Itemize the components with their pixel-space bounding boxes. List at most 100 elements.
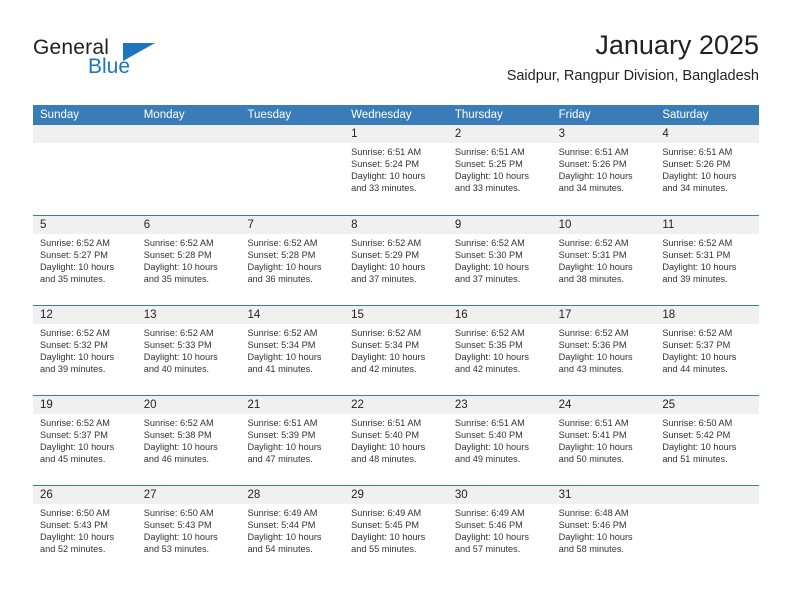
calendar-day-cell[interactable]: 20 Sunrise: 6:52 AM Sunset: 5:38 PM Dayligh… — [136, 396, 241, 485]
weekday-header-sunday: Sunday — [40, 109, 80, 121]
daylight-text-line2: and 51 minutes. — [662, 454, 728, 465]
calendar-day-cell[interactable]: 9 Sunrise: 6:52 AM Sunset: 5:30 PM Daylight… — [447, 216, 552, 305]
sunset-text: Sunset: 5:34 PM — [351, 340, 420, 351]
calendar-day-cell[interactable]: 16 Sunrise: 6:52 AM Sunset: 5:35 PM Dayligh… — [447, 306, 552, 395]
sunset-text: Sunset: 5:27 PM — [40, 250, 108, 261]
calendar-day-cell[interactable]: 11 Sunrise: 6:52 AM Sunset: 5:31 PM Dayligh… — [655, 216, 760, 305]
calendar-week-row: 5 Sunrise: 6:52 AM Sunset: 5:27 PM Daylight… — [33, 215, 760, 305]
sunset-text: Sunset: 5:40 PM — [454, 430, 523, 441]
calendar-day-cell-empty — [33, 125, 137, 215]
sunrise-text: Sunrise: 6:49 AM — [351, 508, 422, 518]
calendar-day-cell[interactable]: 31 Sunrise: 6:48 AM Sunset: 5:46 PM Dayligh… — [551, 486, 656, 575]
day-number: 7 — [240, 216, 345, 234]
calendar-day-cell[interactable]: 6 Sunrise: 6:52 AM Sunset: 5:28 PM Daylight… — [136, 216, 241, 305]
day-number: 4 — [655, 125, 760, 143]
weekday-header-monday: Monday — [143, 109, 185, 121]
calendar-day-cell[interactable]: 10 Sunrise: 6:52 AM Sunset: 5:31 PM Dayligh… — [551, 216, 656, 305]
sunrise-text: Sunrise: 6:51 AM — [558, 418, 629, 428]
day-sun-info: Sunrise: 6:50 AM Sunset: 5:42 PM Daylight:… — [655, 414, 759, 465]
calendar-day-cell[interactable]: 24 Sunrise: 6:51 AM Sunset: 5:41 PM Dayligh… — [551, 396, 656, 485]
calendar-day-cell[interactable]: 1 Sunrise: 6:51 AM Sunset: 5:24 PM Daylight… — [344, 125, 448, 215]
daylight-text-line2: and 35 minutes. — [40, 274, 106, 285]
sunrise-text: Sunrise: 6:52 AM — [40, 238, 110, 248]
sunrise-text: Sunrise: 6:52 AM — [247, 328, 318, 338]
calendar-day-cell-empty — [655, 486, 760, 575]
sunset-text: Sunset: 5:25 PM — [454, 159, 523, 170]
daylight-text-line1: Daylight: 10 hours — [40, 262, 115, 273]
day-sun-info: Sunrise: 6:51 AM Sunset: 5:26 PM Daylight:… — [655, 143, 759, 194]
calendar-day-cell[interactable]: 27 Sunrise: 6:50 AM Sunset: 5:43 PM Dayligh… — [136, 486, 241, 575]
calendar-day-cell[interactable]: 28 Sunrise: 6:49 AM Sunset: 5:44 PM Dayligh… — [240, 486, 345, 575]
daylight-text-line1: Daylight: 10 hours — [247, 532, 322, 543]
day-number: 9 — [447, 216, 552, 234]
calendar-day-cell[interactable]: 26 Sunrise: 6:50 AM Sunset: 5:43 PM Dayligh… — [33, 486, 137, 575]
day-sun-info: Sunrise: 6:52 AM Sunset: 5:28 PM Daylight:… — [137, 234, 241, 285]
day-sun-info: Sunrise: 6:52 AM Sunset: 5:35 PM Daylight:… — [448, 324, 552, 375]
sunrise-text: Sunrise: 6:51 AM — [247, 418, 318, 428]
calendar-page: General Blue January 2025 Saidpur, Rangp… — [0, 0, 792, 612]
weekday-header-tuesday: Tuesday — [247, 109, 292, 121]
sunrise-text: Sunrise: 6:52 AM — [143, 418, 214, 428]
daylight-text-line2: and 34 minutes. — [662, 183, 728, 194]
sunrise-text: Sunrise: 6:51 AM — [454, 147, 525, 157]
logo-text-blue: Blue — [88, 55, 131, 78]
day-sun-info: Sunrise: 6:51 AM Sunset: 5:39 PM Daylight:… — [240, 414, 344, 465]
calendar-day-cell[interactable]: 12 Sunrise: 6:52 AM Sunset: 5:32 PM Dayligh… — [33, 306, 137, 395]
calendar-day-cell[interactable]: 18 Sunrise: 6:52 AM Sunset: 5:37 PM Dayligh… — [655, 306, 760, 395]
calendar-day-cell[interactable]: 30 Sunrise: 6:49 AM Sunset: 5:46 PM Dayligh… — [447, 486, 552, 575]
sunrise-text: Sunrise: 6:49 AM — [247, 508, 318, 518]
calendar-day-cell[interactable]: 23 Sunrise: 6:51 AM Sunset: 5:40 PM Dayligh… — [447, 396, 552, 485]
day-number: 5 — [33, 216, 137, 234]
daylight-text-line2: and 45 minutes. — [40, 454, 106, 465]
day-sun-info: Sunrise: 6:52 AM Sunset: 5:37 PM Daylight:… — [33, 414, 137, 465]
daylight-text-line1: Daylight: 10 hours — [351, 171, 426, 182]
daylight-text-line1: Daylight: 10 hours — [454, 442, 529, 453]
calendar-day-cell[interactable]: 22 Sunrise: 6:51 AM Sunset: 5:40 PM Dayligh… — [344, 396, 448, 485]
sunset-text: Sunset: 5:46 PM — [558, 520, 627, 531]
weekday-header-saturday: Saturday — [662, 109, 709, 121]
sunset-text: Sunset: 5:29 PM — [351, 250, 420, 261]
day-sun-info: Sunrise: 6:52 AM Sunset: 5:37 PM Daylight:… — [655, 324, 759, 375]
daylight-text-line2: and 57 minutes. — [454, 544, 521, 555]
sunrise-text: Sunrise: 6:52 AM — [40, 328, 110, 338]
calendar-day-cell[interactable]: 25 Sunrise: 6:50 AM Sunset: 5:42 PM Dayligh… — [655, 396, 760, 485]
calendar-day-cell[interactable]: 17 Sunrise: 6:52 AM Sunset: 5:36 PM Dayligh… — [551, 306, 656, 395]
calendar-day-cell[interactable]: 8 Sunrise: 6:52 AM Sunset: 5:29 PM Daylight… — [344, 216, 448, 305]
day-number: 31 — [551, 486, 656, 504]
sunrise-text: Sunrise: 6:52 AM — [454, 328, 525, 338]
sunrise-text: Sunrise: 6:51 AM — [454, 418, 525, 428]
daylight-text-line2: and 39 minutes. — [40, 364, 106, 375]
title-block: January 2025 Saidpur, Rangpur Division, … — [507, 28, 759, 87]
daylight-text-line1: Daylight: 10 hours — [143, 262, 218, 273]
day-number: 2 — [447, 125, 552, 143]
daylight-text-line1: Daylight: 10 hours — [558, 262, 633, 273]
daylight-text-line2: and 40 minutes. — [143, 364, 210, 375]
daylight-text-line2: and 47 minutes. — [247, 454, 313, 465]
sunset-text: Sunset: 5:41 PM — [558, 430, 627, 441]
sunset-text: Sunset: 5:37 PM — [40, 430, 108, 441]
calendar-day-cell[interactable]: 7 Sunrise: 6:52 AM Sunset: 5:28 PM Daylight… — [240, 216, 345, 305]
calendar-day-cell[interactable]: 4 Sunrise: 6:51 AM Sunset: 5:26 PM Daylight… — [655, 125, 760, 215]
calendar-day-cell[interactable]: 29 Sunrise: 6:49 AM Sunset: 5:45 PM Dayligh… — [344, 486, 448, 575]
calendar-day-cell[interactable]: 13 Sunrise: 6:52 AM Sunset: 5:33 PM Dayligh… — [136, 306, 241, 395]
calendar-day-cell[interactable]: 14 Sunrise: 6:52 AM Sunset: 5:34 PM Dayligh… — [240, 306, 345, 395]
daylight-text-line1: Daylight: 10 hours — [351, 262, 426, 273]
calendar-day-cell[interactable]: 3 Sunrise: 6:51 AM Sunset: 5:26 PM Daylight… — [551, 125, 656, 215]
daylight-text-line2: and 43 minutes. — [558, 364, 624, 375]
day-number — [655, 486, 760, 504]
calendar-day-cell[interactable]: 2 Sunrise: 6:51 AM Sunset: 5:25 PM Daylight… — [447, 125, 552, 215]
day-sun-info: Sunrise: 6:52 AM Sunset: 5:31 PM Daylight:… — [655, 234, 759, 285]
daylight-text-line2: and 35 minutes. — [143, 274, 210, 285]
calendar-day-cell[interactable]: 5 Sunrise: 6:52 AM Sunset: 5:27 PM Daylight… — [33, 216, 137, 305]
daylight-text-line2: and 46 minutes. — [143, 454, 210, 465]
daylight-text-line1: Daylight: 10 hours — [247, 262, 322, 273]
daylight-text-line2: and 52 minutes. — [40, 544, 106, 555]
page-subtitle: Saidpur, Rangpur Division, Bangladesh — [506, 68, 759, 84]
day-sun-info: Sunrise: 6:52 AM Sunset: 5:34 PM Daylight:… — [240, 324, 344, 375]
day-sun-info: Sunrise: 6:52 AM Sunset: 5:34 PM Daylight:… — [344, 324, 448, 375]
day-sun-info: Sunrise: 6:49 AM Sunset: 5:45 PM Daylight:… — [344, 504, 448, 555]
calendar-day-cell[interactable]: 21 Sunrise: 6:51 AM Sunset: 5:39 PM Dayligh… — [240, 396, 345, 485]
calendar-day-cell[interactable]: 19 Sunrise: 6:52 AM Sunset: 5:37 PM Dayligh… — [33, 396, 137, 485]
calendar-day-cell[interactable]: 15 Sunrise: 6:52 AM Sunset: 5:34 PM Dayligh… — [344, 306, 448, 395]
weekday-header-row: Sunday Monday Tuesday Wednesday Thursday… — [33, 105, 759, 125]
